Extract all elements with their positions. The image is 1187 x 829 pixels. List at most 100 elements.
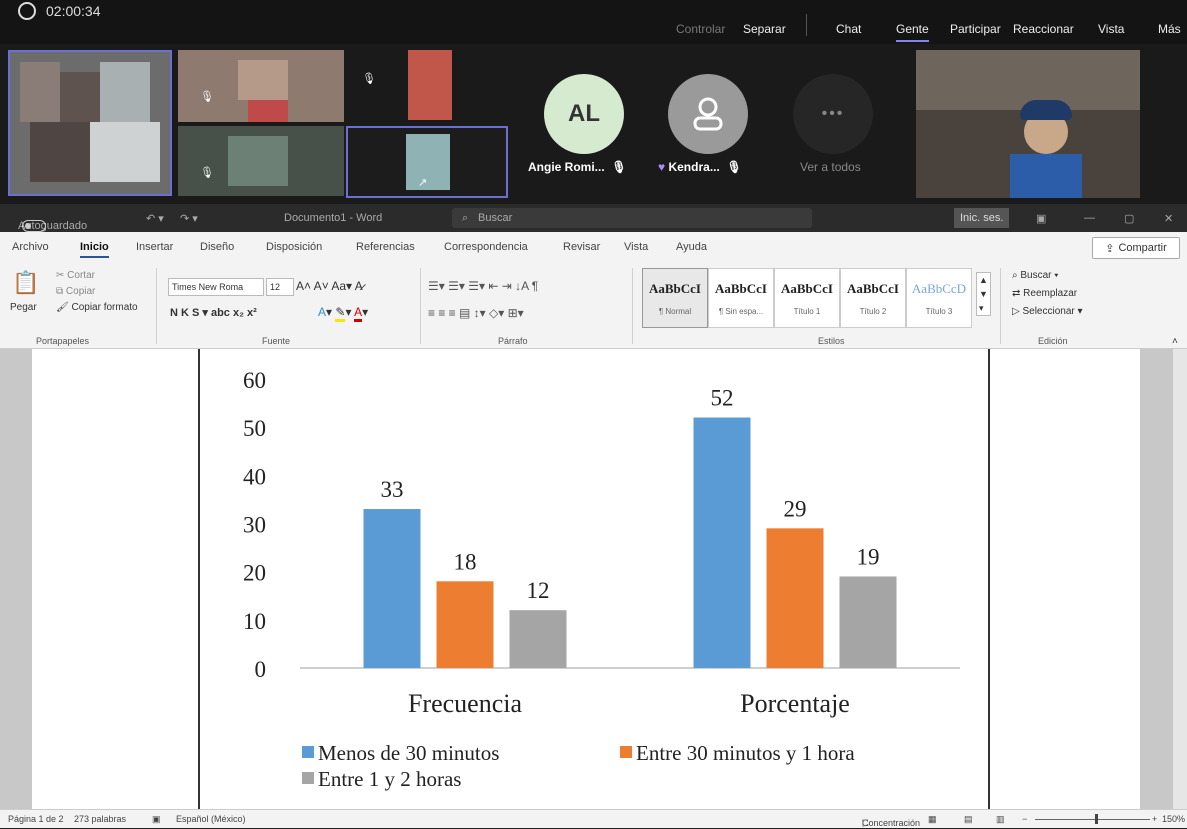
y-tick-label: 0	[255, 657, 267, 682]
close-icon[interactable]: ✕	[1164, 212, 1173, 225]
chat-button[interactable]: Chat	[836, 22, 861, 36]
vertical-scrollbar[interactable]	[1173, 349, 1187, 809]
avatar-kendra[interactable]	[668, 74, 748, 154]
font-grow-shrink-icons[interactable]: A˄ A˅ Aa▾ A̷	[296, 279, 363, 293]
see-all-label[interactable]: Ver a todos	[800, 160, 861, 174]
replace-icon: ⇄	[1012, 288, 1024, 299]
style-no-spacing[interactable]: AaBbCcI ¶ Sin espa...	[708, 268, 774, 328]
page-count[interactable]: Página 1 de 2	[8, 814, 64, 824]
self-video-tile[interactable]	[916, 50, 1140, 198]
meeting-timer: 02:00:34	[18, 2, 101, 20]
avatar-initials: AL	[568, 100, 600, 127]
style-heading-1[interactable]: AaBbCcI Título 1	[774, 268, 840, 328]
zoom-slider-thumb[interactable]	[1095, 814, 1098, 824]
zoom-out-button[interactable]: −	[1022, 814, 1027, 824]
tab-disposicion[interactable]: Disposición	[266, 241, 322, 253]
muted-mic-icon: 🎙	[723, 160, 742, 174]
participant-gallery: 🎙 🎙 🎙 ↗ AL Angie Romi... 🎙 ♥ Kendra... 🎙…	[0, 44, 1187, 204]
style-name: ¶ Sin espa...	[718, 307, 764, 316]
collapse-ribbon-icon[interactable]: ˄	[1172, 336, 1178, 347]
data-label: 29	[784, 496, 807, 521]
tab-diseno[interactable]: Diseño	[200, 241, 234, 253]
cut-button[interactable]: ✂ Cortar	[56, 270, 95, 281]
language[interactable]: Español (México)	[176, 814, 246, 824]
search-box[interactable]: ⌕ Buscar	[452, 208, 812, 228]
data-label: 33	[381, 477, 404, 502]
tab-vista[interactable]: Vista	[624, 241, 648, 253]
style-heading-2[interactable]: AaBbCcI Título 2	[840, 268, 906, 328]
x-tick-label: Frecuencia	[408, 689, 523, 718]
paste-icon[interactable]: 📋	[12, 270, 39, 296]
font-format-buttons[interactable]: N K S ▾ abc x₂ x²	[170, 306, 257, 319]
zoom-slider[interactable]	[1035, 819, 1150, 820]
participant-video-tile[interactable]	[8, 50, 172, 196]
tab-archivo[interactable]: Archivo	[12, 241, 49, 253]
data-label: 52	[711, 386, 734, 411]
y-tick-label: 10	[243, 609, 266, 634]
style-sample: AaBbCcI	[846, 281, 899, 296]
y-tick-label: 60	[243, 368, 266, 393]
replace-button[interactable]: ⇄ Reemplazar	[1012, 288, 1077, 299]
read-mode-icon[interactable]: ▦	[928, 814, 937, 825]
participant-name-text: Kendra...	[668, 160, 720, 174]
zoom-level[interactable]: 150%	[1162, 814, 1185, 824]
select-label: Seleccionar	[1022, 306, 1075, 317]
participant-video-tile[interactable]: ↗	[346, 126, 508, 198]
join-button[interactable]: Participar	[950, 22, 1001, 36]
document-title: Documento1 - Word	[284, 212, 383, 224]
react-button[interactable]: Reaccionar	[1013, 22, 1074, 36]
participant-video-tile[interactable]: 🎙	[178, 50, 344, 122]
align-buttons[interactable]: ≡ ≡ ≡ ▤ ↕▾ ◇▾ ⊞▾	[428, 306, 524, 320]
copy-button[interactable]: ⧉ Copiar	[56, 286, 95, 297]
word-count[interactable]: 273 palabras	[74, 814, 126, 824]
avatar-angie[interactable]: AL	[544, 74, 624, 154]
zoom-in-button[interactable]: +	[1152, 814, 1157, 824]
legend-label: Menos de 30 minutos	[318, 741, 499, 765]
pop-out-button[interactable]: Separar	[743, 22, 786, 36]
tab-insertar[interactable]: Insertar	[136, 241, 173, 253]
find-button[interactable]: ⌕ Buscar ▾	[1012, 270, 1059, 281]
style-normal[interactable]: AaBbCcI ¶ Normal	[642, 268, 708, 328]
sign-in-button[interactable]: Inic. ses.	[954, 208, 1010, 228]
control-button[interactable]: Controlar	[676, 22, 725, 36]
font-name-select[interactable]: Times New Roma	[168, 278, 264, 296]
cut-label: Cortar	[67, 270, 95, 281]
group-label-clipboard: Portapapeles	[36, 336, 90, 346]
redo-icon[interactable]: ↷ ▾	[180, 212, 198, 225]
muted-mic-icon: 🎙	[362, 73, 376, 85]
select-button[interactable]: ▷ Seleccionar ▾	[1012, 306, 1083, 317]
styles-gallery-scroll[interactable]: ▲ ▼ ▾	[976, 272, 991, 316]
share-button[interactable]: ⇪ Compartir	[1092, 237, 1180, 259]
ribbon-display-icon[interactable]: ▣	[1036, 212, 1046, 225]
paste-button[interactable]: Pegar	[10, 302, 37, 313]
tab-ayuda[interactable]: Ayuda	[676, 241, 707, 253]
tab-inicio[interactable]: Inicio	[80, 241, 109, 258]
format-painter-button[interactable]: 🖌 Copiar formato	[56, 302, 138, 313]
x-tick-label: Porcentaje	[740, 689, 850, 718]
people-button[interactable]: Gente	[896, 22, 929, 42]
style-sample: AaBbCcD	[911, 281, 967, 296]
participant-video-tile[interactable]: 🎙	[178, 126, 344, 196]
see-all-avatar[interactable]: •••	[793, 74, 873, 154]
list-buttons[interactable]: ☰▾ ☰▾ ☰▾ ⇤ ⇥ ↓A ¶	[428, 279, 538, 293]
tab-correspondencia[interactable]: Correspondencia	[444, 241, 528, 253]
style-heading-3[interactable]: AaBbCcD Título 3	[906, 268, 972, 328]
tab-referencias[interactable]: Referencias	[356, 241, 415, 253]
more-button[interactable]: Más	[1158, 22, 1181, 36]
minimize-icon[interactable]: —	[1084, 212, 1095, 224]
font-size-select[interactable]: 12	[266, 278, 294, 296]
style-sample: AaBbCcI	[648, 281, 701, 296]
undo-icon[interactable]: ↶ ▾	[146, 212, 164, 225]
print-layout-icon[interactable]: ▤	[964, 814, 973, 825]
legend-swatch	[302, 746, 314, 758]
font-color-icons[interactable]: A▾ ✎▾ A▾	[318, 305, 368, 322]
web-layout-icon[interactable]: ▥	[996, 814, 1005, 825]
proofing-icon[interactable]: ▣	[152, 814, 161, 825]
view-button[interactable]: Vista	[1098, 22, 1124, 36]
participant-video-tile[interactable]: 🎙	[350, 50, 506, 122]
scissors-icon: ✂	[56, 270, 68, 281]
maximize-icon[interactable]: ▢	[1124, 212, 1134, 225]
tab-revisar[interactable]: Revisar	[563, 241, 600, 253]
document-page[interactable]: 0 10 20 30 40 50 60 33 18 12 Frecuencia 52 29 19 Porce…	[32, 349, 1140, 809]
find-label: Buscar	[1020, 270, 1052, 281]
